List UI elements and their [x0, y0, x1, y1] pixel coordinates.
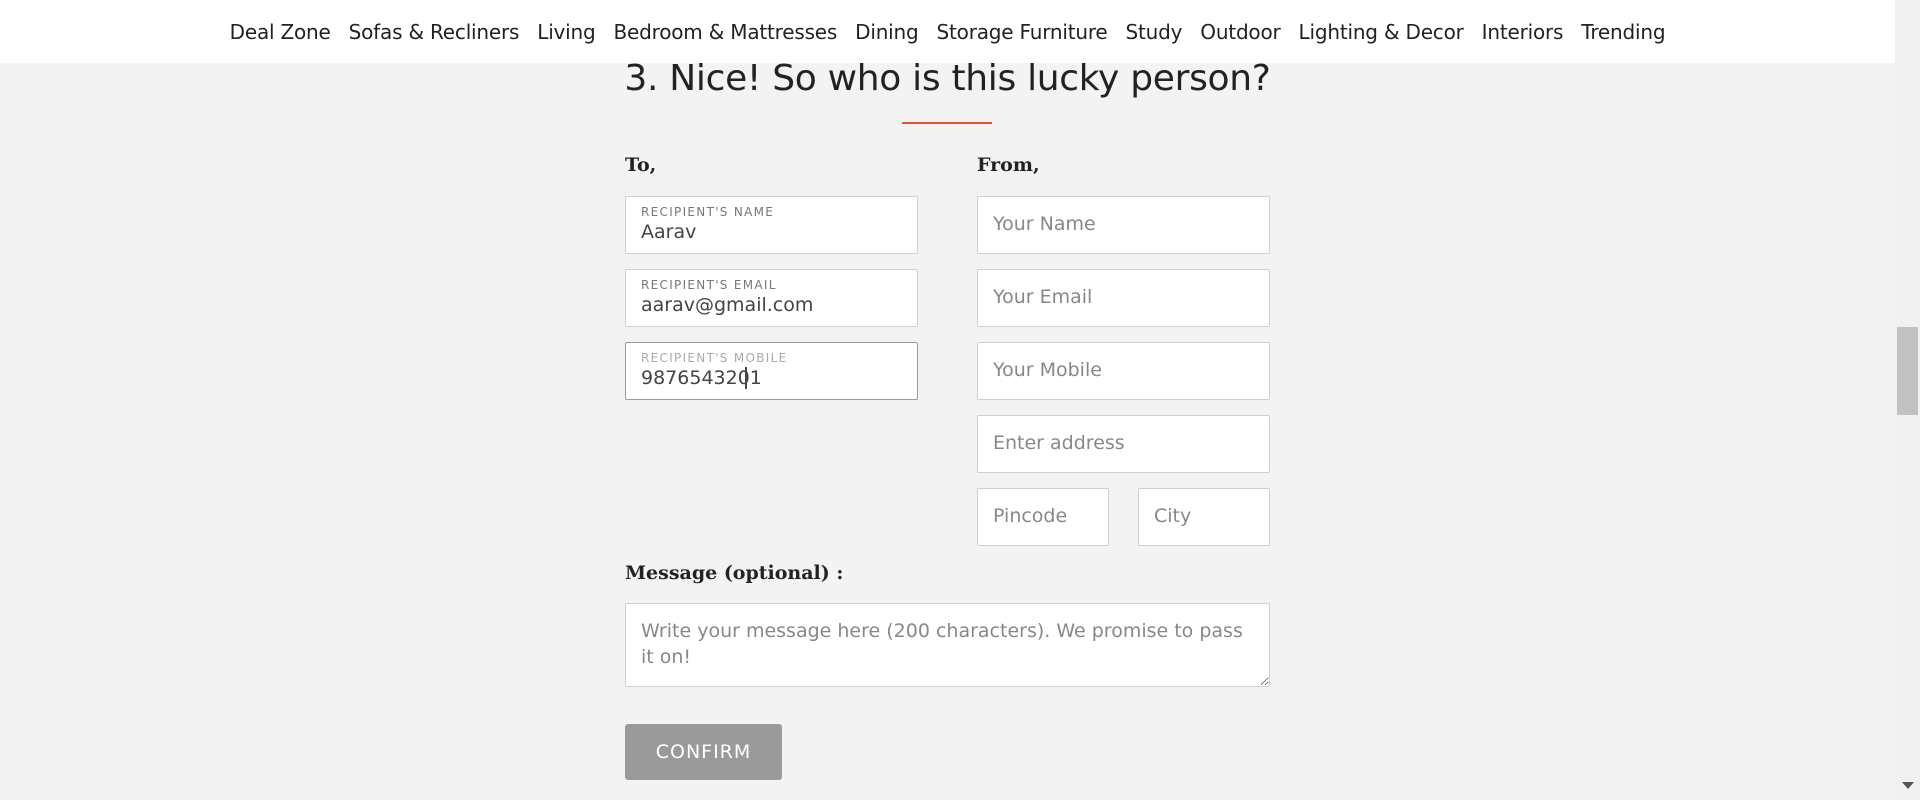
your-mobile-field[interactable]: [977, 342, 1270, 400]
nav-item-outdoor[interactable]: Outdoor: [1191, 20, 1289, 44]
recipient-name-field[interactable]: RECIPIENT'S NAME: [625, 196, 918, 254]
address-field[interactable]: [977, 415, 1270, 473]
city-input[interactable]: [1154, 505, 1259, 527]
nav-item-bedroom-mattresses[interactable]: Bedroom & Mattresses: [605, 20, 847, 44]
nav-item-study[interactable]: Study: [1117, 20, 1192, 44]
nav-item-interiors[interactable]: Interiors: [1473, 20, 1573, 44]
address-input[interactable]: [993, 432, 1259, 454]
your-email-input[interactable]: [993, 286, 1259, 308]
confirm-button[interactable]: CONFIRM: [625, 724, 782, 780]
step-title: 3. Nice! So who is this lucky person?: [624, 58, 1271, 99]
recipient-email-label: RECIPIENT'S EMAIL: [641, 278, 777, 292]
text-caret: [745, 367, 747, 389]
your-name-field[interactable]: [977, 196, 1270, 254]
nav-item-living[interactable]: Living: [528, 20, 604, 44]
to-label: To,: [625, 154, 657, 176]
recipient-email-field[interactable]: RECIPIENT'S EMAIL: [625, 269, 918, 327]
nav-item-storage-furniture[interactable]: Storage Furniture: [928, 20, 1117, 44]
nav-item-sofas-recliners[interactable]: Sofas & Recliners: [340, 20, 529, 44]
from-label: From,: [977, 154, 1040, 176]
pincode-input[interactable]: [993, 505, 1098, 527]
city-field[interactable]: [1138, 488, 1270, 546]
nav-item-lighting-decor[interactable]: Lighting & Decor: [1290, 20, 1473, 44]
recipient-mobile-input[interactable]: [641, 367, 907, 389]
recipient-mobile-field[interactable]: RECIPIENT'S MOBILE: [625, 342, 918, 400]
recipient-mobile-label: RECIPIENT'S MOBILE: [641, 351, 788, 365]
your-email-field[interactable]: [977, 269, 1270, 327]
pincode-field[interactable]: [977, 488, 1109, 546]
nav-item-trending[interactable]: Trending: [1572, 20, 1674, 44]
your-name-input[interactable]: [993, 213, 1259, 235]
recipient-name-label: RECIPIENT'S NAME: [641, 205, 775, 219]
message-label: Message (optional) :: [625, 562, 844, 584]
recipient-email-input[interactable]: [641, 294, 907, 316]
recipient-name-input[interactable]: [641, 221, 907, 243]
title-underline: [902, 122, 992, 124]
top-nav: Deal Zone Sofas & Recliners Living Bedro…: [0, 0, 1895, 63]
scroll-down-arrow-icon[interactable]: [1902, 782, 1914, 789]
nav-item-dining[interactable]: Dining: [846, 20, 927, 44]
your-mobile-input[interactable]: [993, 359, 1259, 381]
nav-item-deal-zone[interactable]: Deal Zone: [221, 20, 340, 44]
scrollbar-thumb[interactable]: [1897, 327, 1918, 415]
message-textarea[interactable]: [625, 603, 1270, 687]
